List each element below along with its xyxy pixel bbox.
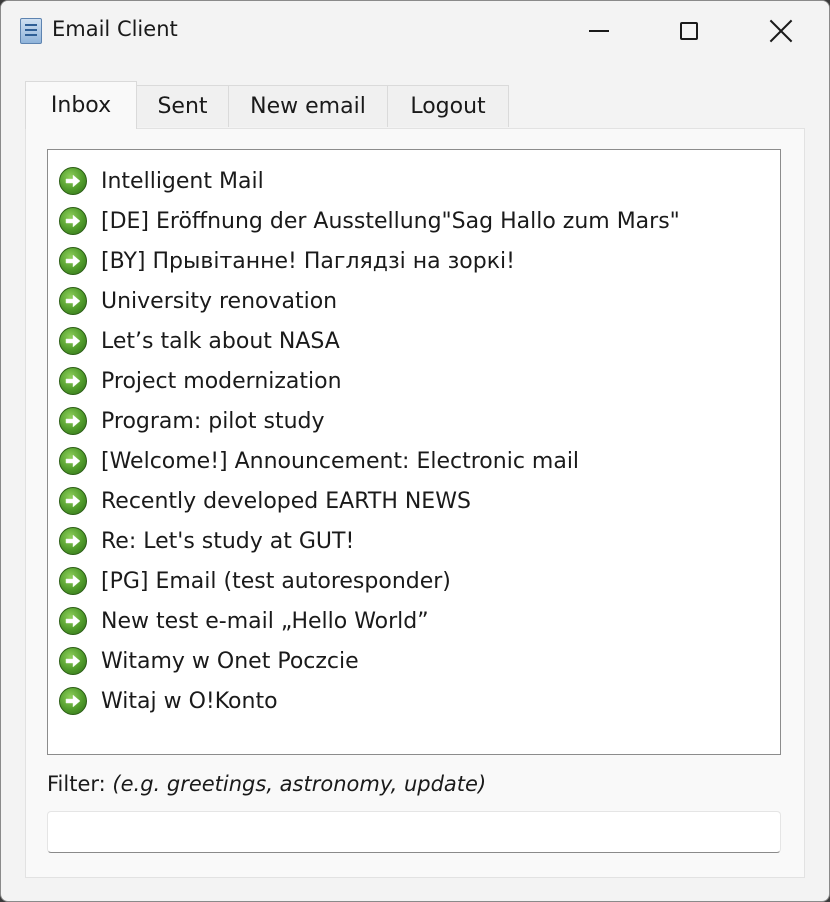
mail-subject: Witamy w Onet Poczcie [101, 649, 359, 674]
mail-list-item[interactable]: [BY] Прывітанне! Паглядзі на зоркі! [48, 238, 780, 278]
green-arrow-right-icon [59, 687, 87, 715]
mail-list-item[interactable]: Project modernization [48, 358, 780, 398]
mail-subject: Project modernization [101, 369, 342, 394]
mail-subject: Witaj w O!Konto [101, 689, 278, 714]
filter-hint: (e.g. greetings, astronomy, update) [112, 772, 487, 796]
mail-list-item[interactable]: Witamy w Onet Poczcie [48, 638, 780, 678]
mail-subject: [DE] Eröffnung der Ausstellung"Sag Hallo… [101, 209, 680, 234]
green-arrow-right-icon [59, 327, 87, 355]
green-arrow-right-icon [59, 367, 87, 395]
green-arrow-right-icon [59, 247, 87, 275]
mail-subject: [BY] Прывітанне! Паглядзі на зоркі! [101, 249, 515, 274]
filter-input[interactable] [47, 811, 781, 853]
close-button[interactable] [735, 1, 827, 61]
minimize-icon [589, 30, 609, 32]
mail-subject: Re: Let's study at GUT! [101, 529, 355, 554]
inbox-list[interactable]: Intelligent Mail [DE] Eröffnung der Ausst… [47, 149, 781, 755]
mail-subject: [Welcome!] Announcement: Electronic mail [101, 449, 580, 474]
close-icon [769, 19, 793, 43]
green-arrow-right-icon [59, 287, 87, 315]
mail-list-item[interactable]: Witaj w O!Konto [48, 678, 780, 718]
mail-list-item[interactable]: Recently developed EARTH NEWS [48, 478, 780, 518]
tab-logout[interactable]: Logout [387, 85, 509, 127]
window-title: Email Client [52, 17, 178, 41]
email-client-window: Email Client Inbox Sent New email Logout… [0, 0, 830, 902]
minimize-button[interactable] [553, 1, 645, 61]
mail-list-item[interactable]: Intelligent Mail [48, 158, 780, 198]
mail-subject: [PG] Email (test autoresponder) [101, 569, 451, 594]
mail-list-item[interactable]: University renovation [48, 278, 780, 318]
tab-new-email[interactable]: New email [228, 85, 388, 127]
green-arrow-right-icon [59, 607, 87, 635]
maximize-button[interactable] [643, 1, 735, 61]
mail-list: Intelligent Mail [DE] Eröffnung der Ausst… [48, 150, 780, 718]
mail-subject: Program: pilot study [101, 409, 325, 434]
mail-list-item[interactable]: New test e-mail „Hello World” [48, 598, 780, 638]
green-arrow-right-icon [59, 527, 87, 555]
mail-subject: University renovation [101, 289, 338, 314]
green-arrow-right-icon [59, 167, 87, 195]
mail-subject: New test e-mail „Hello World” [101, 609, 429, 634]
filter-label: Filter: (e.g. greetings, astronomy, upda… [47, 772, 486, 796]
filter-label-text: Filter: [47, 772, 106, 796]
green-arrow-right-icon [59, 207, 87, 235]
maximize-icon [680, 22, 698, 40]
mail-list-item[interactable]: [DE] Eröffnung der Ausstellung"Sag Hallo… [48, 198, 780, 238]
mail-list-item[interactable]: Program: pilot study [48, 398, 780, 438]
green-arrow-right-icon [59, 647, 87, 675]
mail-subject: Let’s talk about NASA [101, 329, 340, 354]
mail-list-item[interactable]: Re: Let's study at GUT! [48, 518, 780, 558]
tab-inbox[interactable]: Inbox [25, 81, 137, 129]
mail-list-item[interactable]: [Welcome!] Announcement: Electronic mail [48, 438, 780, 478]
green-arrow-right-icon [59, 447, 87, 475]
green-arrow-right-icon [59, 487, 87, 515]
document-icon [20, 18, 42, 44]
mail-subject: Intelligent Mail [101, 169, 264, 194]
tab-sent[interactable]: Sent [136, 85, 229, 127]
mail-list-item[interactable]: [PG] Email (test autoresponder) [48, 558, 780, 598]
green-arrow-right-icon [59, 567, 87, 595]
title-bar[interactable]: Email Client [1, 1, 829, 63]
mail-list-item[interactable]: Let’s talk about NASA [48, 318, 780, 358]
mail-subject: Recently developed EARTH NEWS [101, 489, 471, 514]
green-arrow-right-icon [59, 407, 87, 435]
